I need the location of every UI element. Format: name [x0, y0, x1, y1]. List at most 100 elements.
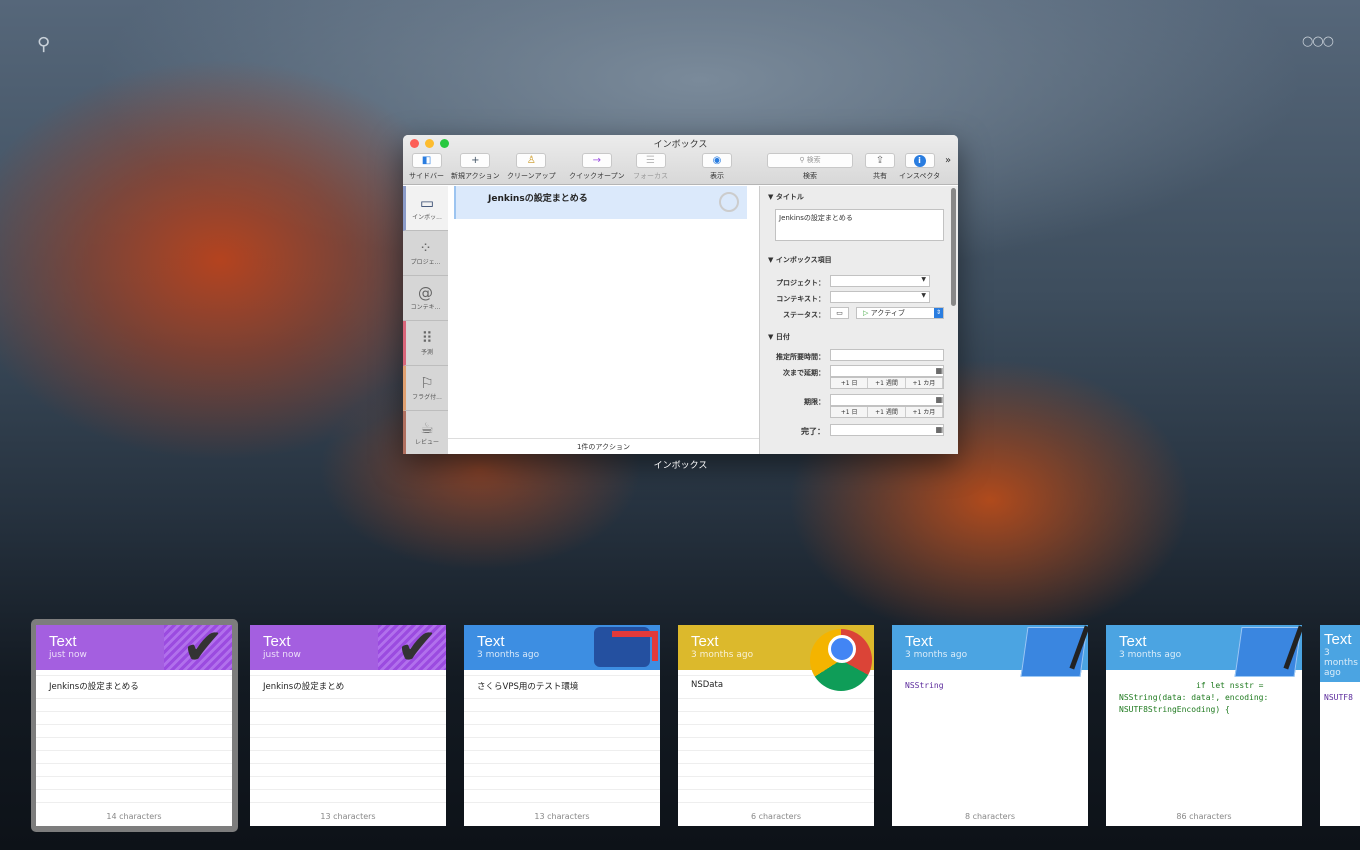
character-count: 8 characters [964, 812, 1016, 821]
new-action-button[interactable]: + 新規アクション [451, 153, 500, 181]
card-type: Text [905, 633, 933, 650]
card-header: Text 3 months ago [678, 625, 874, 691]
arrow-icon: → [581, 153, 612, 168]
defer-plus-week[interactable]: +1 週間 [868, 378, 906, 388]
sidebar-toggle-button[interactable]: ◧ サイドバー [409, 153, 444, 181]
label: サイドバー [409, 172, 444, 180]
sidebar-item-flagged[interactable]: ⚐ フラグ付... [403, 366, 448, 411]
card-header: Text 3 months ago [892, 625, 1088, 677]
clip-card[interactable]: ✔ Text just now Jenkinsの設定まとめ 13 charact… [250, 625, 446, 826]
status-value: アクティブ [870, 309, 905, 317]
character-count: 13 characters [534, 812, 590, 821]
view-button[interactable]: ◉ 表示 [702, 153, 732, 181]
clip-card[interactable]: Text 3 months ago NSData 6 characters [678, 625, 874, 826]
omnifocus-window[interactable]: インボックス ◧ サイドバー + 新規アクション ♙ クリーンアップ → クイックオープ… [403, 135, 958, 454]
card-content: Jenkinsの設定まとめる [36, 670, 232, 810]
coffee-icon: ☕ [420, 419, 434, 437]
label: インボックス項目 [775, 256, 832, 264]
label: プロジェ... [410, 259, 441, 266]
inbox-section-header[interactable]: ▼ インボックス項目 [760, 249, 832, 265]
label: 予測 [420, 349, 433, 356]
overflow-chevron-icon[interactable]: » [945, 155, 951, 166]
defer-date-field[interactable]: ▦ [830, 365, 944, 377]
sidebar-item-forecast[interactable]: ⠿ 予測 [403, 321, 448, 366]
broom-icon: ♙ [516, 153, 547, 168]
card-header: ✔ Text just now [250, 625, 446, 676]
status-select[interactable]: ▷ アクティブ ⇕ [856, 307, 944, 319]
due-plus-day[interactable]: +1 日 [831, 407, 869, 417]
clip-card[interactable]: Text 3 months ago if let nsstr = NSStrin… [1106, 625, 1302, 826]
due-plus-month[interactable]: +1 カ月 [906, 407, 943, 417]
share-icon: ⇪ [865, 153, 895, 168]
label: タイトル [775, 193, 804, 201]
context-label: コンテキスト： [776, 295, 825, 303]
label: レビュー [414, 439, 439, 446]
defer-plus-month[interactable]: +1 カ月 [906, 378, 943, 388]
search-field[interactable]: ⚲ 検索 検索 [767, 153, 853, 181]
label: 日付 [775, 333, 790, 341]
label: 表示 [710, 172, 724, 180]
defer-quick-buttons: +1 日 +1 週間 +1 カ月 [830, 377, 944, 389]
window-title: インボックス [653, 140, 708, 150]
context-select[interactable]: ▼ [830, 291, 930, 303]
focus-button[interactable]: ☰ フォーカス [633, 153, 668, 181]
card-content: NSString [892, 670, 1088, 810]
card-type: Text [49, 633, 77, 650]
task-checkbox[interactable] [719, 192, 739, 212]
task-row[interactable]: Jenkinsの設定まとめる [454, 186, 747, 219]
card-header: Text 3 months ago [1320, 625, 1360, 682]
inspector-button[interactable]: i インスペクタ [899, 153, 940, 181]
search-icon[interactable]: ⚲ [37, 34, 50, 55]
sidebar-item-projects[interactable]: ⁘ プロジェ... [403, 231, 448, 276]
due-label: 期限： [804, 398, 825, 406]
clip-card[interactable]: Text 3 months ago NSString 8 characters [892, 625, 1088, 826]
sidebar-item-contexts[interactable]: @ コンテキ... [403, 276, 448, 321]
action-list: Jenkinsの設定まとめる 1件のアクション [448, 186, 760, 454]
at-icon: @ [418, 284, 433, 302]
card-type: Text [263, 633, 291, 650]
card-time: 3 months ago [691, 650, 754, 660]
project-select[interactable]: ▼ [830, 275, 930, 287]
inbox-icon: ▭ [419, 194, 435, 212]
sidebar-item-inbox[interactable]: ▭ インボッ... [403, 186, 448, 231]
character-count: 13 characters [320, 812, 376, 821]
window-label: インボックス [653, 461, 708, 471]
search-input[interactable]: ⚲ 検索 [767, 153, 853, 168]
action-count: 1件のアクション [448, 438, 759, 454]
card-type: Text [691, 633, 719, 650]
estimate-field[interactable] [830, 349, 944, 361]
clip-card[interactable]: Text 3 months ago さくらVPS用のテスト環境 13 chara… [464, 625, 660, 826]
title-section-header[interactable]: ▼ タイトル [760, 186, 958, 202]
card-time: just now [263, 650, 301, 660]
sidebar-item-review[interactable]: ☕ レビュー [403, 411, 448, 454]
stepper-icon: ⇕ [934, 308, 943, 318]
label: インボッ... [412, 214, 442, 221]
due-plus-week[interactable]: +1 週間 [868, 407, 906, 417]
share-button[interactable]: ⇪ 共有 [865, 153, 895, 181]
due-date-field[interactable]: ▦ [830, 394, 944, 406]
complete-label: 完了： [801, 427, 825, 436]
defer-label: 次まで延期： [783, 369, 825, 377]
info-icon: i [904, 153, 935, 168]
forecast-icon: ⠿ [421, 329, 433, 347]
date-section-header[interactable]: ▼ 日付 [760, 326, 790, 342]
quick-open-button[interactable]: → クイックオープン [569, 153, 625, 181]
card-type: Text [1324, 631, 1352, 648]
inspector-panel: ▼ タイトル Jenkinsの設定まとめる ▼ インボックス項目 プロジェクト：… [760, 186, 958, 454]
complete-date-field[interactable]: ▦ [830, 424, 944, 436]
more-icon[interactable]: ○○○ [1302, 34, 1334, 49]
clip-card[interactable]: ✔ Text just now Jenkinsの設定まとめる 14 charac… [36, 625, 232, 826]
character-count: 14 characters [106, 812, 162, 821]
scrollbar[interactable] [951, 188, 956, 306]
card-header: ✔ Text just now [36, 625, 232, 676]
label: 共有 [873, 172, 887, 180]
folder-button[interactable]: ▭ [830, 307, 849, 319]
defer-plus-day[interactable]: +1 日 [831, 378, 869, 388]
clip-card[interactable]: Text 3 months ago NSUTF8 [1320, 625, 1360, 826]
perspective-sidebar: ▭ インボッ... ⁘ プロジェ... @ コンテキ... ⠿ 予測 ⚐ フラグ付... … [403, 186, 448, 454]
cleanup-button[interactable]: ♙ クリーンアップ [507, 153, 556, 181]
title-field[interactable]: Jenkinsの設定まとめる [775, 209, 944, 241]
card-header: Text 3 months ago [1106, 625, 1302, 677]
character-count: 6 characters [750, 812, 802, 821]
card-time: 3 months ago [1324, 648, 1358, 678]
